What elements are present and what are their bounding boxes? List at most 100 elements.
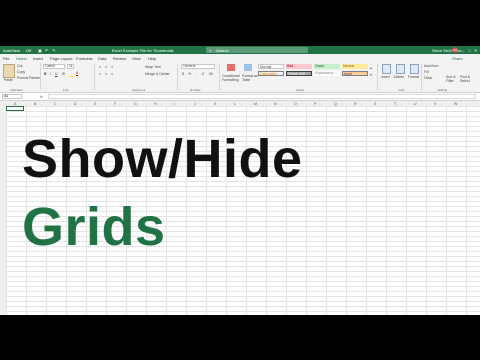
cut-button[interactable]: Cut: [17, 64, 22, 68]
fill-color-icon[interactable]: [69, 71, 73, 77]
merge-center-button[interactable]: Merge & Center: [145, 72, 170, 76]
column-header[interactable]: P: [314, 102, 316, 106]
column-header[interactable]: V: [434, 102, 436, 106]
format-painter-button[interactable]: Format Painter: [17, 76, 40, 80]
column-header[interactable]: R: [354, 102, 357, 106]
column-header[interactable]: U: [414, 102, 417, 106]
tab-page-layout[interactable]: Page Layout: [50, 56, 72, 61]
style-bad[interactable]: Bad: [286, 64, 312, 69]
share-button[interactable]: Share: [452, 56, 463, 61]
save-icon[interactable]: ▣: [38, 48, 42, 53]
column-header[interactable]: M: [254, 102, 257, 106]
number-format-select[interactable]: General: [181, 64, 215, 69]
column-header[interactable]: W: [454, 102, 457, 106]
format-as-table-button[interactable]: Format as Table: [242, 74, 258, 82]
column-header[interactable]: A: [14, 102, 16, 106]
column-header[interactable]: C: [54, 102, 57, 106]
ribbon: Paste Cut Copy Format Painter Clipboard …: [0, 61, 480, 93]
fx-icon[interactable]: fx: [40, 94, 43, 99]
format-as-table-icon[interactable]: [244, 64, 252, 71]
style-check-cell[interactable]: Check Cell: [286, 71, 312, 76]
insert-cells-icon[interactable]: [382, 64, 391, 74]
close-icon[interactable]: ✕: [474, 48, 477, 53]
borders-icon[interactable]: ⊞: [62, 72, 65, 76]
align-center-icon[interactable]: ≡: [105, 72, 107, 76]
maximize-icon[interactable]: □: [468, 48, 470, 53]
formula-input[interactable]: [48, 94, 476, 99]
column-header[interactable]: S: [374, 102, 376, 106]
sort-filter-button[interactable]: Sort & Filter: [446, 75, 458, 83]
align-left-icon[interactable]: ≡: [99, 72, 101, 76]
style-explanatory[interactable]: Explanatory ...: [314, 71, 340, 76]
column-header[interactable]: B: [34, 102, 36, 106]
align-middle-icon[interactable]: ≡: [105, 65, 107, 69]
ribbon-tabs: File Home Insert Page Layout Formulas Da…: [0, 54, 480, 62]
copy-button[interactable]: Copy: [17, 70, 25, 74]
font-name-select[interactable]: Calibri: [43, 64, 65, 69]
style-normal[interactable]: Normal: [258, 64, 284, 69]
underline-button[interactable]: U: [55, 72, 58, 76]
column-header[interactable]: L: [234, 102, 236, 106]
name-box[interactable]: A1: [2, 94, 22, 99]
tab-insert[interactable]: Insert: [33, 56, 43, 61]
styles-more-icon[interactable]: ▾: [370, 73, 372, 77]
avatar[interactable]: SM: [452, 47, 458, 53]
column-header[interactable]: K: [214, 102, 216, 106]
column-header[interactable]: T: [394, 102, 396, 106]
find-select-button[interactable]: Find & Select: [460, 75, 474, 83]
align-top-icon[interactable]: ≡: [99, 65, 101, 69]
column-header[interactable]: F: [114, 102, 116, 106]
column-header[interactable]: O: [294, 102, 297, 106]
font-size-select[interactable]: 11: [67, 64, 74, 69]
font-color-icon[interactable]: A: [76, 71, 79, 76]
delete-cells-icon[interactable]: [396, 64, 405, 74]
format-cells-button[interactable]: Format: [408, 75, 419, 79]
insert-cells-button[interactable]: Insert: [381, 75, 390, 79]
tab-view[interactable]: View: [132, 56, 141, 61]
tab-data[interactable]: Data: [98, 56, 106, 61]
column-header[interactable]: G: [134, 102, 137, 106]
delete-cells-button[interactable]: Delete: [394, 75, 404, 79]
bold-button[interactable]: B: [44, 72, 47, 76]
tab-formulas[interactable]: Formulas: [76, 56, 93, 61]
wrap-text-button[interactable]: Wrap Text: [145, 65, 161, 69]
styles-scroll-up-icon[interactable]: ▴: [370, 66, 372, 70]
column-header[interactable]: H: [154, 102, 157, 106]
column-header[interactable]: Q: [334, 102, 337, 106]
tab-file[interactable]: File: [3, 56, 9, 61]
column-header[interactable]: I: [174, 102, 175, 106]
style-neutral[interactable]: Neutral: [342, 64, 368, 69]
undo-icon[interactable]: ↶: [45, 48, 48, 53]
column-header[interactable]: N: [274, 102, 277, 106]
tab-help[interactable]: Help: [148, 56, 156, 61]
decimal-decrease-icon[interactable]: .00: [208, 72, 213, 76]
fill-button[interactable]: Fill: [424, 70, 428, 74]
align-right-icon[interactable]: ≡: [111, 72, 113, 76]
paste-icon[interactable]: [3, 64, 15, 78]
tab-review[interactable]: Review: [113, 56, 126, 61]
decimal-increase-icon[interactable]: .0: [201, 72, 204, 76]
column-header[interactable]: E: [94, 102, 96, 106]
search-icon: ⌕: [209, 48, 212, 53]
column-header[interactable]: J: [194, 102, 196, 106]
align-bottom-icon[interactable]: ≡: [111, 65, 113, 69]
comma-icon[interactable]: ,: [195, 72, 196, 76]
minimize-icon[interactable]: –: [462, 48, 464, 53]
search-box[interactable]: ⌕ Search: [206, 47, 308, 53]
style-calculation[interactable]: Calculation: [258, 71, 284, 76]
conditional-formatting-button[interactable]: Conditional Formatting: [222, 74, 240, 82]
clear-button[interactable]: Clear: [424, 76, 432, 80]
active-cell[interactable]: [6, 106, 24, 111]
paste-button[interactable]: Paste: [4, 78, 13, 82]
autosave-toggle[interactable]: Off: [26, 48, 31, 53]
redo-icon[interactable]: ↷: [52, 48, 55, 53]
autosum-button[interactable]: AutoSum: [424, 64, 438, 68]
format-cells-icon[interactable]: [410, 64, 419, 74]
percent-icon[interactable]: %: [188, 72, 191, 76]
column-header[interactable]: D: [74, 102, 77, 106]
style-input[interactable]: Input: [342, 71, 368, 76]
style-good[interactable]: Good: [314, 64, 340, 69]
currency-icon[interactable]: $: [182, 72, 184, 76]
italic-button[interactable]: I: [50, 72, 51, 76]
conditional-formatting-icon[interactable]: [227, 64, 235, 71]
